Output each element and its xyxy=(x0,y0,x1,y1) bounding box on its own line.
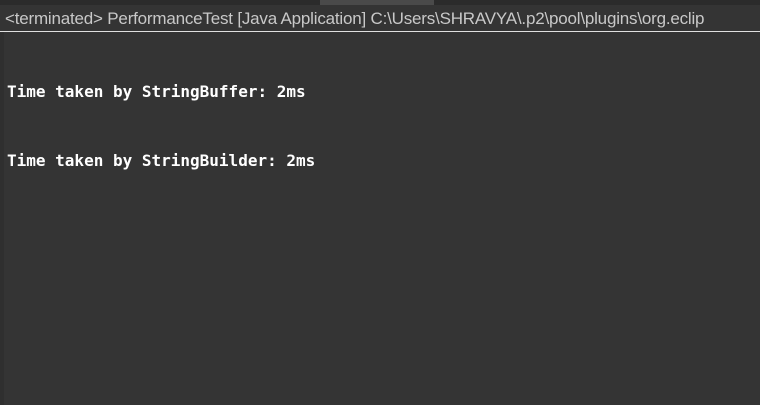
console-left-ruler xyxy=(0,32,4,405)
output-line: Time taken by StringBuilder: 2ms xyxy=(7,151,316,170)
console-output[interactable]: Time taken by StringBuffer: 2ms Time tak… xyxy=(7,34,760,405)
status-divider xyxy=(0,31,760,32)
console-view: <terminated> PerformanceTest [Java Appli… xyxy=(0,0,760,405)
console-status-label: <terminated> PerformanceTest [Java Appli… xyxy=(5,9,705,28)
output-line: Time taken by StringBuffer: 2ms xyxy=(7,82,306,101)
